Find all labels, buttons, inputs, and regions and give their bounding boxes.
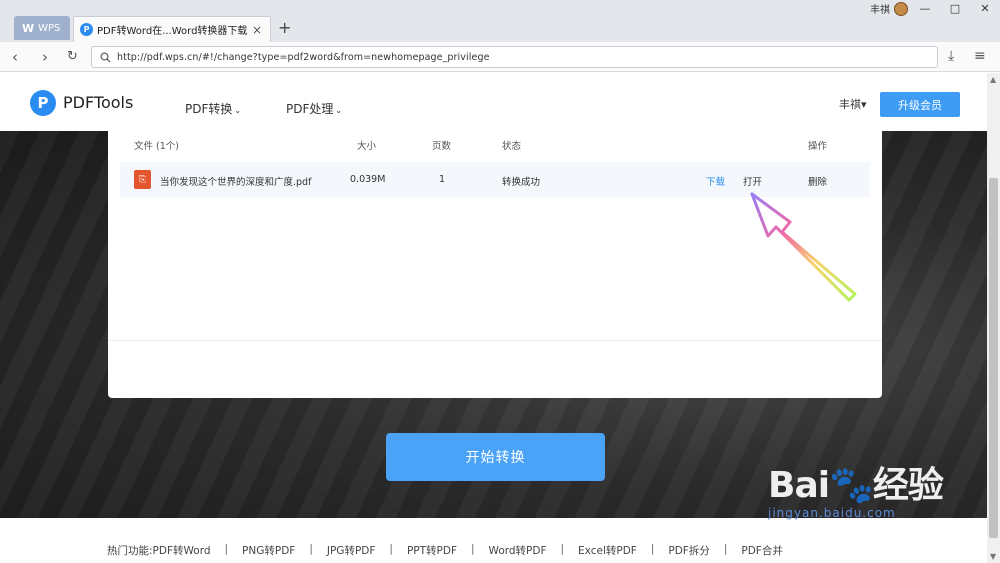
wps-logo-icon: W [22,21,35,35]
file-panel: 文件 (1个) 大小 页数 状态 操作 ⎘ 当你发现这个世界的深度和广度.pdf… [108,131,882,398]
footer-link[interactable]: Word转PDF [489,543,547,558]
pdf-file-icon: ⎘ [134,170,151,189]
open-link[interactable]: 打开 [743,174,762,188]
scrollbar[interactable]: ▲ ▼ [987,73,1000,563]
url-text: http://pdf.wps.cn/#!/change?type=pdf2wor… [117,51,490,63]
footer-link[interactable]: Excel转PDF [578,543,637,558]
start-convert-button[interactable]: 开始转换 [386,433,605,481]
maximize-icon[interactable]: □ [940,0,970,16]
table-row: ⎘ 当你发现这个世界的深度和广度.pdf 0.039M 1 转换成功 下载 打开… [120,162,870,197]
watermark-url: jingyan.baidu.com [768,506,896,520]
browser-window: { "browser": { "tabs": [ {"label": "WPS"… [0,0,1000,563]
footer-separator: | [389,543,393,555]
footer-separator: | [723,543,728,555]
nav-pdf-process[interactable]: PDF处理 ⌄ [286,100,342,117]
tab-wps-label: WPS [38,22,61,34]
download-icon[interactable]: ⤓ [948,48,954,64]
url-input[interactable]: http://pdf.wps.cn/#!/change?type=pdf2wor… [91,46,938,68]
avatar-icon [894,1,908,16]
site-header: P PDFTools PDF转换 ⌄ PDF处理 ⌄ 丰祺▾ 升级会员 [0,73,987,131]
file-status: 转换成功 [502,177,541,188]
col-file: 文件 (1个) [134,141,179,152]
address-bar: ‹ › ↻ http://pdf.wps.cn/#!/change?type=p… [0,42,1000,72]
close-tab-icon[interactable]: × [252,23,262,37]
col-pages: 页数 [432,141,452,152]
window-controls: — □ ✕ [910,0,1000,16]
browser-user[interactable]: 丰祺 [870,1,908,16]
close-window-icon[interactable]: ✕ [970,0,1000,16]
forward-icon[interactable]: › [42,48,48,66]
file-name: 当你发现这个世界的深度和广度.pdf [160,177,312,188]
footer-link[interactable]: PDF拆分 [668,543,709,558]
pdftools-logo-icon[interactable]: P [30,90,56,116]
footer-separator: | [309,543,313,555]
col-size: 大小 [357,141,377,152]
hot-features-label: 热门功能: [107,545,153,557]
tab-pdf-to-word[interactable]: P PDF转Word在...Word转换器下载 × [73,16,271,42]
nav-pdf-convert[interactable]: PDF转换 ⌄ [185,100,241,117]
footer-link[interactable]: JPG转PDF [327,543,376,558]
brand-name[interactable]: PDFTools [63,93,133,112]
footer-separator: | [224,543,229,555]
divider [108,340,882,341]
scroll-up-icon[interactable]: ▲ [990,75,996,84]
minimize-icon[interactable]: — [910,0,940,16]
footer-link[interactable]: PPT转PDF [407,543,457,558]
footer-link[interactable]: PDF转Word [153,543,211,558]
back-icon[interactable]: ‹ [12,48,18,66]
tab-bar: W WPS P PDF转Word在...Word转换器下载 × + 丰祺 — □… [0,0,1000,42]
new-tab-button[interactable]: + [278,18,291,37]
col-status: 状态 [502,141,522,152]
table-header: 文件 (1个) 大小 页数 状态 操作 [108,131,882,161]
footer-link[interactable]: PNG转PDF [242,543,295,558]
upgrade-button[interactable]: 升级会员 [880,92,960,117]
search-icon [100,51,111,62]
footer-link[interactable]: PDF合并 [741,543,782,558]
watermark-logo: Bai🐾经验 [768,465,944,506]
pdf-favicon-icon: P [80,23,93,36]
footer-separator: | [560,543,565,555]
footer: 热门功能: PDF转Word | PNG转PDF | JPG转PDF | PPT… [0,518,987,563]
chevron-down-icon: ⌄ [234,106,242,115]
delete-link[interactable]: 删除 [808,174,827,188]
tab-title: PDF转Word在...Word转换器下载 [97,26,247,37]
chevron-down-icon: ⌄ [335,106,343,115]
header-user-menu[interactable]: 丰祺▾ [839,96,867,112]
scroll-thumb[interactable] [989,178,998,538]
nav-pdf-process-label: PDF处理 [286,102,334,116]
menu-icon[interactable]: ≡ [974,48,986,64]
col-action: 操作 [808,141,828,152]
baidu-watermark: Bai🐾经验 jingyan.baidu.com [768,456,944,520]
file-pages: 1 [439,174,446,185]
footer-separator: | [650,543,655,555]
footer-separator: | [471,543,475,555]
file-size: 0.039M [350,174,386,185]
browser-user-name: 丰祺 [870,5,890,16]
scroll-down-icon[interactable]: ▼ [990,552,996,561]
tab-wps[interactable]: W WPS [14,16,70,40]
reload-icon[interactable]: ↻ [67,49,78,64]
nav-pdf-convert-label: PDF转换 [185,102,233,116]
download-link[interactable]: 下载 [706,174,725,188]
hot-features: 热门功能: PDF转Word | PNG转PDF | JPG转PDF | PPT… [107,543,783,558]
